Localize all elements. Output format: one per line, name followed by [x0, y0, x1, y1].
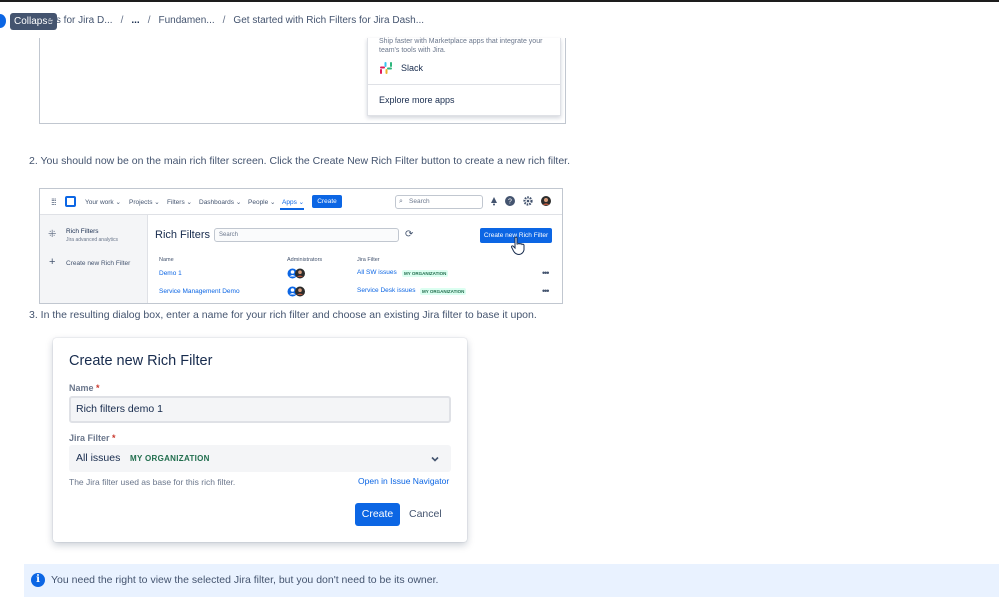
row-name-link[interactable]: Service Management Demo — [159, 288, 240, 295]
rich-filters-sidebar: ⁜ Rich Filters Jira advanced analytics +… — [40, 215, 148, 303]
step-2-text: 2. You should now be on the main rich fi… — [29, 155, 571, 167]
jira-top-nav: ⁞⁞⁞ Your work ⌄ Projects ⌄ Filters ⌄ Das… — [40, 189, 562, 215]
nav-filters[interactable]: Filters ⌄ — [167, 198, 192, 206]
sidebar-create-rich-filter[interactable]: Create new Rich Filter — [66, 260, 130, 267]
explore-more-apps-link[interactable]: Explore more apps — [379, 95, 455, 105]
organization-lozenge: MY ORGANIZATION — [420, 288, 467, 295]
chevron-down-icon — [431, 456, 439, 462]
jira-filter-help-text: The Jira filter used as base for this ri… — [69, 477, 236, 487]
nav-search-input[interactable]: ⌕ Search — [395, 195, 483, 209]
administrators-avatars — [287, 268, 305, 279]
breadcrumb-separator: / — [147, 15, 151, 26]
info-icon: i — [31, 573, 45, 587]
step-3-text: 3. In the resulting dialog box, enter a … — [29, 309, 537, 321]
screenshot-apps-panel: Ship faster with Marketplace apps that i… — [39, 38, 566, 124]
rich-filters-app-icon: ⁜ — [48, 229, 57, 240]
administrators-avatars — [287, 286, 305, 297]
apps-dropdown: Ship faster with Marketplace apps that i… — [367, 38, 561, 116]
required-marker: * — [112, 433, 116, 443]
nav-apps-underline — [280, 208, 304, 210]
required-marker: * — [96, 383, 100, 393]
nav-your-work[interactable]: Your work ⌄ — [85, 198, 121, 206]
settings-gear-icon[interactable] — [523, 196, 533, 206]
organization-lozenge: MY ORGANIZATION — [130, 454, 210, 463]
breadcrumb-item[interactable]: ers for Jira D... — [47, 15, 113, 26]
app-switcher-icon[interactable]: ⁞⁞⁞ — [51, 197, 56, 207]
jira-filter-field-label: Jira Filter * — [69, 433, 116, 443]
row-more-actions-icon[interactable]: ••• — [542, 286, 550, 296]
nav-apps[interactable]: Apps ⌄ — [282, 198, 304, 206]
slack-icon — [380, 62, 392, 74]
nav-create-button[interactable]: Create — [312, 195, 342, 208]
name-field-label: Name * — [69, 383, 100, 393]
notifications-icon[interactable] — [489, 196, 499, 206]
collapse-handle[interactable] — [0, 14, 6, 28]
column-header-jira-filter: Jira Filter — [357, 257, 380, 263]
svg-text:?: ? — [508, 199, 512, 206]
dialog-create-button[interactable]: Create — [355, 503, 400, 526]
breadcrumb: ers for Jira D... /... / Fundamen... / Get st… — [47, 15, 424, 26]
open-in-issue-navigator-link[interactable]: Open in Issue Navigator — [358, 476, 449, 486]
nav-dashboards[interactable]: Dashboards ⌄ — [199, 198, 241, 206]
breadcrumb-separator: / — [222, 15, 226, 26]
nav-search-placeholder: Search — [409, 198, 430, 205]
dialog-title: Create new Rich Filter — [69, 353, 213, 369]
column-header-administrators: Administrators — [287, 257, 323, 263]
row-name-link[interactable]: Demo 1 — [159, 270, 182, 277]
breadcrumb-separator: / — [120, 15, 124, 26]
search-icon: ⌕ — [399, 198, 403, 205]
help-icon[interactable]: ? — [505, 196, 515, 206]
dialog-cancel-button[interactable]: Cancel — [409, 503, 442, 526]
row-jira-filter-link[interactable]: All SW issues — [357, 269, 397, 276]
nav-projects[interactable]: Projects ⌄ — [129, 198, 160, 206]
breadcrumb-item[interactable]: Fundamen... — [158, 15, 214, 26]
create-rich-filter-dialog: Create new Rich Filter Name * Rich filte… — [53, 338, 467, 542]
rich-filters-heading: Rich Filters — [155, 229, 211, 241]
info-text: You need the right to view the selected … — [51, 574, 439, 586]
page: Collapse ers for Jira D... /... / Fundamen.… — [0, 0, 999, 603]
jira-logo-icon[interactable] — [65, 196, 76, 207]
column-header-name: Name — [159, 257, 174, 263]
breadcrumb-more[interactable]: ... — [131, 15, 139, 26]
nav-people[interactable]: People ⌄ — [248, 198, 276, 206]
sidebar-app-title[interactable]: Rich Filters — [66, 228, 99, 235]
top-border — [0, 0, 999, 2]
screenshot-rich-filters: ⁞⁞⁞ Your work ⌄ Projects ⌄ Filters ⌄ Das… — [39, 188, 563, 304]
info-panel: i You need the right to view the selecte… — [24, 564, 999, 597]
organization-lozenge: MY ORGANIZATION — [402, 270, 449, 277]
jira-filter-selected-value: All issues — [76, 452, 121, 464]
slack-app-label[interactable]: Slack — [401, 63, 423, 73]
row-jira-filter-link[interactable]: Service Desk issues — [357, 287, 416, 294]
jira-filter-select[interactable]: All issues MY ORGANIZATION — [69, 445, 451, 472]
apps-blurb: Ship faster with Marketplace apps that i… — [379, 38, 543, 54]
sidebar-app-subtitle: Jira advanced analytics — [66, 237, 118, 243]
user-avatar-icon[interactable] — [541, 196, 551, 206]
rich-filters-search-input[interactable]: Search — [214, 228, 399, 242]
plus-icon: + — [49, 256, 56, 268]
divider — [368, 84, 560, 85]
breadcrumb-current[interactable]: Get started with Rich Filters for Jira D… — [233, 15, 424, 26]
hand-cursor-icon — [510, 236, 525, 256]
row-more-actions-icon[interactable]: ••• — [542, 268, 550, 278]
refresh-icon[interactable]: ⟳ — [405, 229, 413, 240]
name-input[interactable]: Rich filters demo 1 — [69, 396, 451, 423]
